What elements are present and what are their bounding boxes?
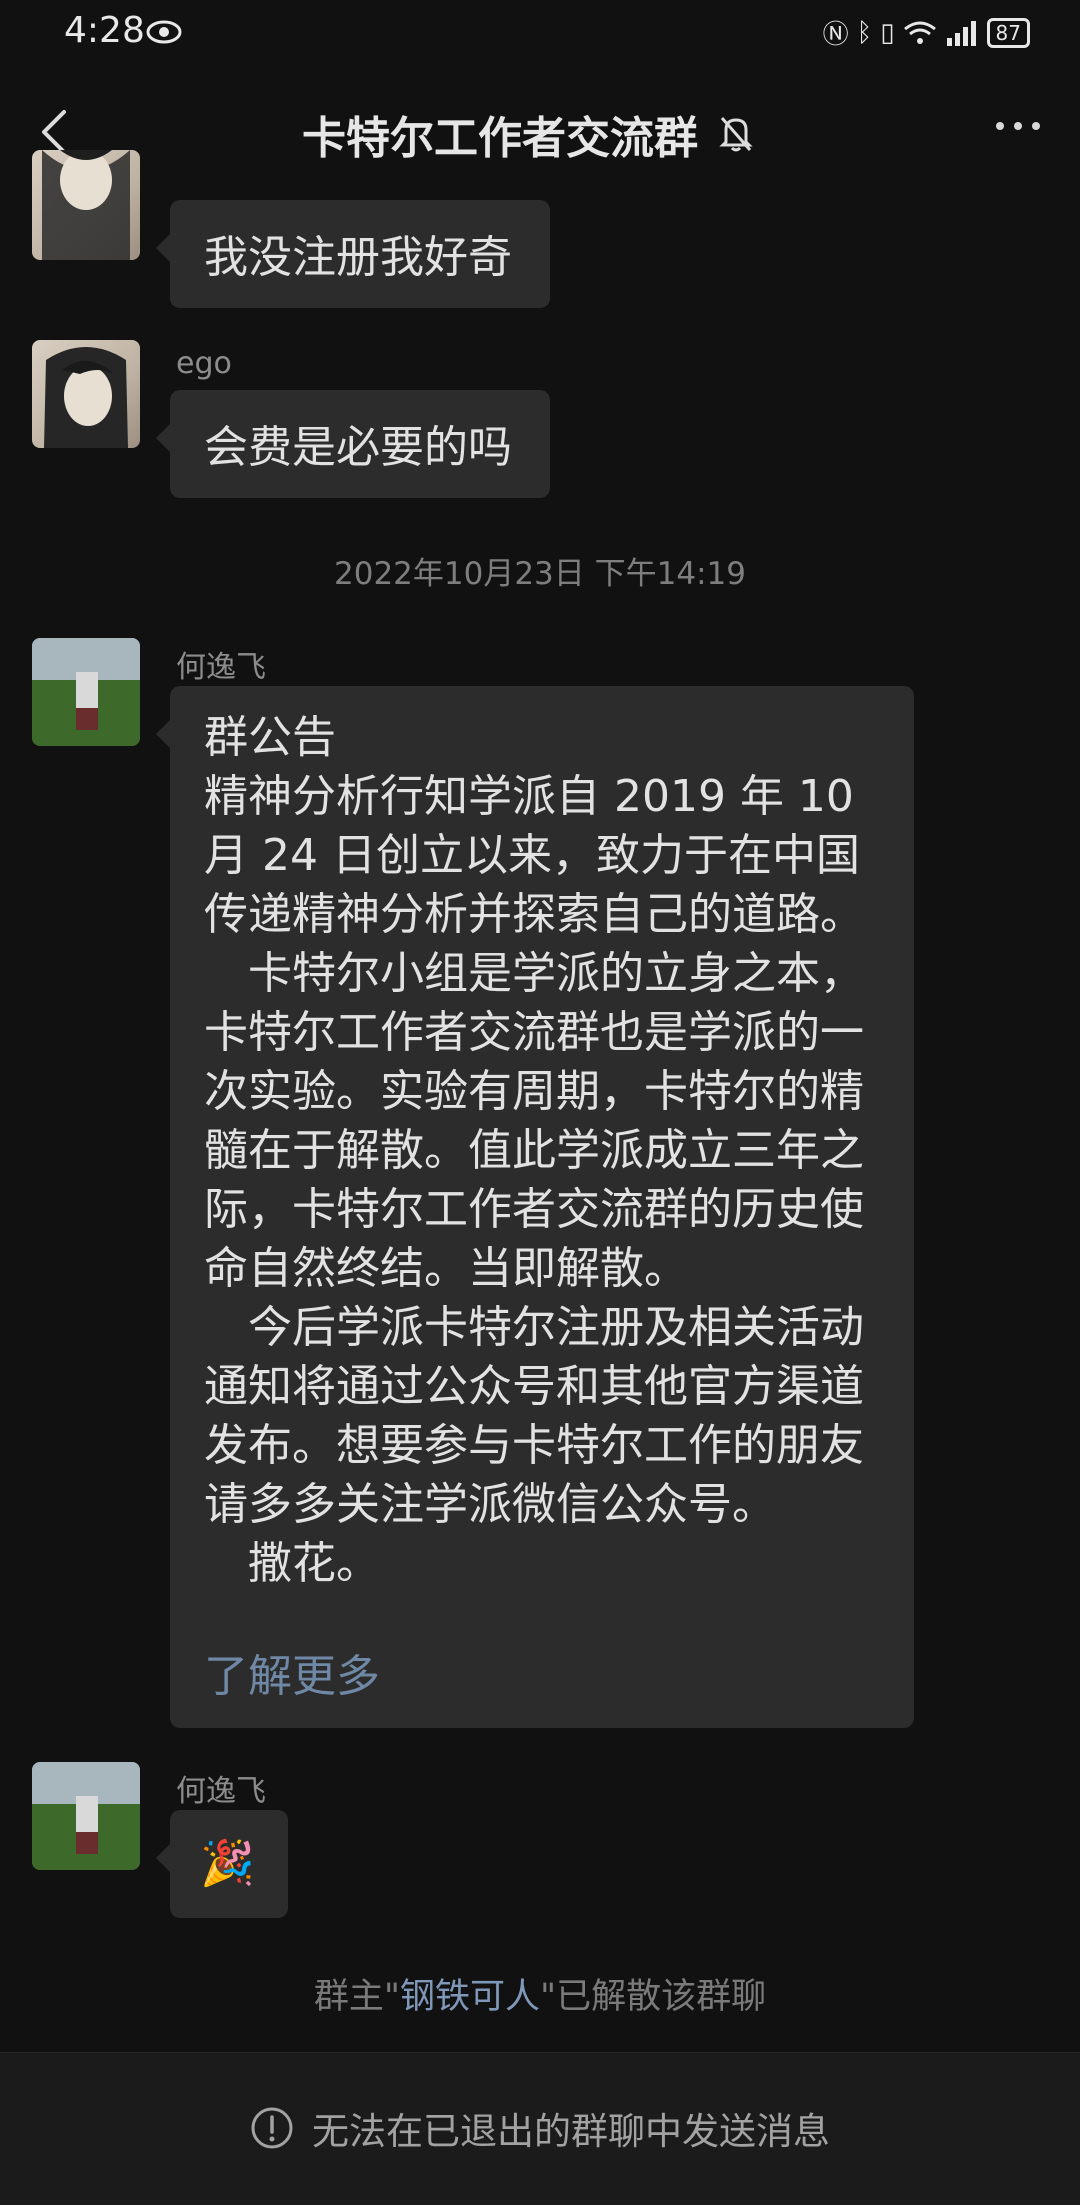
signal-icon [946, 20, 976, 46]
timestamp: 2022年10月23日 下午14:19 [334, 556, 746, 592]
exclamation-circle-icon [251, 2107, 293, 2149]
status-icons: Ⓝ ᛒ ▯ 87 [823, 14, 1030, 51]
announcement-card[interactable]: 群公告精神分析行知学派自 2019 年 10 月 24 日创立以来，致力于在中国传… [156, 686, 914, 1728]
announcement-line: 撒花。 [204, 1538, 380, 1589]
sender-name: 何逸飞 [176, 1774, 266, 1809]
more-dot-icon [996, 122, 1004, 130]
footer-text: 无法在已退出的群聊中发送消息 [312, 2110, 830, 2153]
more-dot-icon [1014, 122, 1022, 130]
avatar-girl-image [42, 150, 130, 260]
vibrate-icon: ▯ [880, 17, 895, 48]
eye-icon [146, 20, 182, 44]
status-bar: 4:28 Ⓝ ᛒ ▯ 87 [0, 0, 1080, 66]
announcement-line: 次实验。实验有周期，卡特尔的精 [204, 1066, 864, 1117]
announcement-heading: 群公告 [204, 712, 336, 763]
announcement-line: 请多多关注学派微信公众号。 [204, 1479, 776, 1530]
avatar[interactable] [32, 150, 140, 260]
party-popper-icon: 🎉 [200, 1838, 255, 1889]
back-icon[interactable] [36, 108, 72, 156]
status-time: 4:28 [64, 10, 145, 51]
avatar-girl-image [44, 347, 128, 448]
sender-name: 何逸飞 [176, 650, 266, 685]
learn-more-link[interactable]: 了解更多 [204, 1640, 380, 1704]
system-message-prefix: 群主" [313, 1977, 400, 2017]
message-text: 我没注册我好奇 [204, 232, 512, 283]
avatar[interactable] [32, 638, 140, 746]
announcement-line: 际，卡特尔工作者交流群的历史使 [204, 1184, 864, 1235]
bluetooth-icon: ᛒ [856, 17, 873, 48]
more-options-button[interactable] [996, 122, 1040, 130]
group-owner-link[interactable]: 钢铁可人 [400, 1977, 540, 2017]
message-bubble[interactable]: 🎉 [156, 1810, 288, 1918]
footer-content: 无法在已退出的群聊中发送消息 [0, 2101, 1080, 2155]
title-wrap: 卡特尔工作者交流群 [302, 102, 754, 166]
more-dot-icon [1032, 122, 1040, 130]
chat-header: 卡特尔工作者交流群 [0, 90, 1080, 174]
avatar[interactable] [32, 1762, 140, 1870]
announcement-line: 发布。想要参与卡特尔工作的朋友 [204, 1420, 864, 1471]
sender-name: ego [176, 346, 232, 381]
nfc-icon: Ⓝ [822, 20, 849, 50]
announcement-line: 命自然终结。当即解散。 [204, 1243, 688, 1294]
input-disabled-bar: 无法在已退出的群聊中发送消息 [0, 2052, 1080, 2205]
avatar-park-image [32, 638, 140, 746]
avatar-park-image [32, 1762, 140, 1870]
announcement-line: 传递精神分析并探索自己的道路。 [204, 889, 864, 940]
message-bubble[interactable]: 会费是必要的吗 [156, 390, 550, 498]
message-bubble[interactable]: 我没注册我好奇 [156, 200, 550, 308]
announcement-line: 髓在于解散。值此学派成立三年之 [204, 1125, 864, 1176]
announcement-line: 卡特尔工作者交流群也是学派的一 [204, 1007, 864, 1058]
announcement-line: 今后学派卡特尔注册及相关活动 [204, 1302, 864, 1353]
avatar[interactable] [32, 340, 140, 448]
announcement-line: 精神分析行知学派自 2019 年 10 [204, 771, 854, 822]
battery-indicator: 87 [986, 17, 1030, 48]
mute-bell-icon [719, 117, 753, 152]
announcement-body: 群公告精神分析行知学派自 2019 年 10 月 24 日创立以来，致力于在中国传… [170, 686, 914, 1593]
page-title: 卡特尔工作者交流群 [302, 113, 698, 164]
announcement-line: 通知将通过公众号和其他官方渠道 [204, 1361, 864, 1412]
announcement-line: 月 24 日创立以来，致力于在中国 [204, 830, 860, 881]
wifi-icon [903, 21, 936, 44]
announcement-line: 卡特尔小组是学派的立身之本， [204, 948, 864, 999]
system-message-suffix: "已解散该群聊 [540, 1977, 767, 2017]
system-message: 群主"钢铁可人"已解散该群聊 [0, 1968, 1080, 2019]
message-text: 会费是必要的吗 [204, 422, 512, 473]
